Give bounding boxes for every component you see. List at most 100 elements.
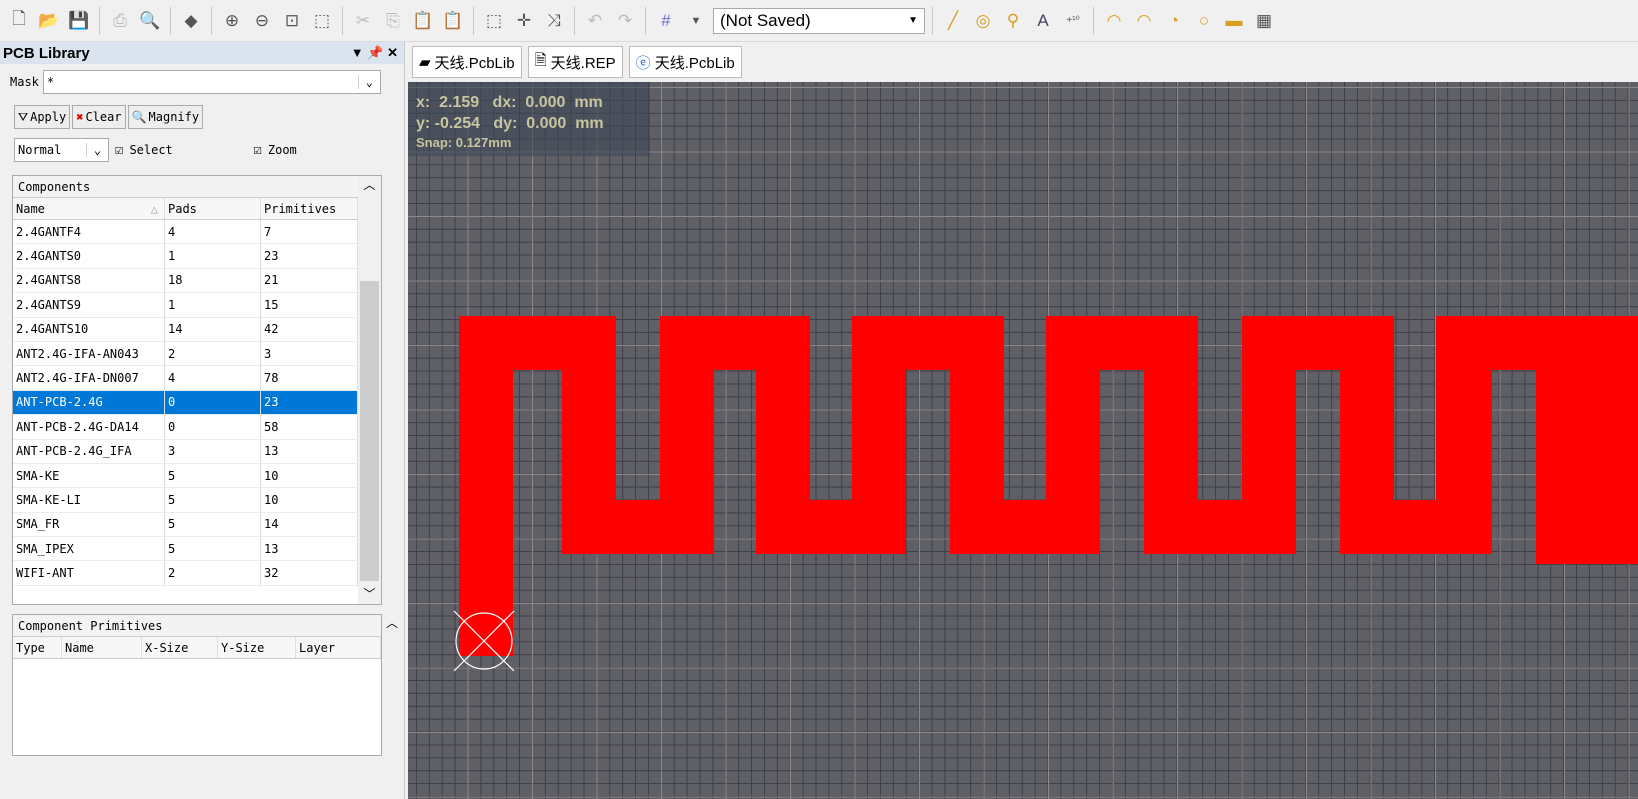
table-row[interactable]: SMA-KE 5 10 — [13, 463, 358, 489]
magnify-button[interactable]: 🔍 Magnify — [127, 105, 204, 129]
table-row[interactable]: ANT-PCB-2.4G_IFA 3 13 — [13, 439, 358, 464]
col-primitives[interactable]: Primitives — [261, 198, 358, 219]
pin-icon[interactable]: 📌 — [367, 45, 383, 60]
place-pad-icon[interactable]: ◎ — [970, 8, 996, 34]
select-area-icon[interactable]: ⬚ — [481, 8, 507, 34]
copy-icon[interactable]: ⎘ — [380, 8, 406, 34]
primitives-grid: Component Primitives Type Name X-Size Y-… — [12, 614, 382, 756]
apply-button[interactable]: ⛛ Apply — [14, 105, 71, 129]
document-tabs: ▰ 天线.PcbLib 🗎 天线.REP ⓔ 天线.PcbLib — [408, 42, 1638, 82]
snapshot-value: (Not Saved) — [720, 10, 811, 30]
arc-edge-icon[interactable]: ◠ — [1131, 8, 1157, 34]
place-line-icon[interactable]: ╱ — [940, 8, 966, 34]
table-row[interactable]: 2.4GANTS10 14 42 — [13, 317, 358, 342]
cell-pads: 2 — [165, 341, 261, 366]
fill-icon[interactable]: ▬ — [1221, 8, 1247, 34]
col-pads[interactable]: Pads — [165, 198, 261, 219]
array-paste-icon[interactable]: ▦ — [1251, 8, 1277, 34]
close-icon[interactable]: ✕ — [387, 45, 398, 60]
meander-track[interactable] — [459, 316, 1638, 656]
table-row[interactable]: 2.4GANTF4 4 7 — [13, 220, 358, 245]
place-via-icon[interactable]: ⚲ — [1000, 8, 1026, 34]
cell-name: SMA_IPEX — [13, 537, 165, 561]
cell-primitives: 15 — [261, 293, 358, 317]
cell-pads: 0 — [165, 390, 261, 415]
place-string-icon[interactable]: A — [1030, 8, 1056, 34]
table-row[interactable]: SMA-KE-LI 5 10 — [13, 488, 358, 513]
open-icon[interactable]: 📂 — [36, 8, 62, 34]
cell-name: ANT-PCB-2.4G — [13, 390, 165, 415]
scroll-thumb[interactable] — [360, 281, 379, 581]
arc-any-icon[interactable]: ◔ — [1161, 8, 1187, 34]
redo-icon[interactable]: ↷ — [612, 8, 638, 34]
place-coordinate-icon[interactable]: +¹⁰ — [1060, 8, 1086, 34]
snapshot-select[interactable]: (Not Saved) ▼ — [713, 7, 925, 34]
mask-input[interactable]: * ⌄ — [42, 70, 381, 94]
arc-center-icon[interactable]: ◠ — [1101, 8, 1127, 34]
print-preview-icon[interactable]: 🔍 — [137, 8, 163, 34]
apply-label: Apply — [30, 110, 67, 124]
scroll-up-icon[interactable]: ︿ — [358, 176, 381, 198]
chevron-down-icon[interactable]: ⌄ — [357, 75, 380, 89]
pcb-library-panel: PCB Library ▼ 📌 ✕ Mask * ⌄ ⛛ Apply ✖ Clear 🔍… — [0, 42, 405, 799]
col-prim-name[interactable]: Name — [62, 637, 142, 658]
tab-pcblib-browser[interactable]: ⓔ 天线.PcbLib — [628, 46, 742, 78]
main-toolbar: 🗋 📂 💾 ⎙ 🔍 ◆ ⊕ ⊖ ⊡ ⬚ ✂ ⎘ 📋 📋 ⬚ ✛ ⤨ ↶ ↷ # … — [0, 0, 1638, 42]
table-row[interactable]: 2.4GANTS0 1 23 — [13, 244, 358, 269]
collapse-icon[interactable]: ︿ — [386, 614, 398, 631]
pcb-canvas[interactable]: x: 2.159 dx: 0.000 mm y: -0.254 dy: 0.00… — [408, 82, 1638, 799]
table-row[interactable]: SMA_IPEX 5 13 — [13, 537, 358, 562]
cell-primitives: 78 — [261, 366, 358, 390]
table-row[interactable]: 2.4GANTS8 18 21 — [13, 268, 358, 294]
table-row[interactable]: ANT-PCB-2.4G 0 23 — [13, 390, 358, 416]
paste-special-icon[interactable]: 📋 — [440, 8, 466, 34]
undo-icon[interactable]: ↶ — [582, 8, 608, 34]
col-layer[interactable]: Layer — [296, 637, 381, 658]
cut-icon[interactable]: ✂ — [350, 8, 376, 34]
table-row[interactable]: 2.4GANTS9 1 15 — [13, 293, 358, 318]
full-circle-icon[interactable]: ○ — [1191, 8, 1217, 34]
new-icon[interactable]: 🗋 — [6, 8, 32, 34]
move-icon[interactable]: ✛ — [511, 8, 537, 34]
cell-pads: 2 — [165, 561, 261, 585]
col-type[interactable]: Type — [13, 637, 62, 658]
scroll-down-icon[interactable]: ﹀ — [358, 585, 381, 602]
zoom-in-icon[interactable]: ⊕ — [219, 8, 245, 34]
zoom-fit-icon[interactable]: ⊡ — [279, 8, 305, 34]
cell-primitives: 21 — [261, 268, 358, 293]
table-row[interactable]: WIFI-ANT 2 32 — [13, 561, 358, 586]
table-row[interactable]: ANT2.4G-IFA-DN007 4 78 — [13, 366, 358, 391]
select-label: Select — [129, 143, 173, 157]
scrollbar[interactable]: ︿ ﹀ — [358, 176, 381, 604]
panel-menu-icon[interactable]: ▼ — [351, 45, 364, 60]
cell-pads: 14 — [165, 317, 261, 341]
zoom-out-icon[interactable]: ⊖ — [249, 8, 275, 34]
select-checkbox[interactable]: ☑ — [115, 142, 123, 158]
paste-icon[interactable]: 📋 — [410, 8, 436, 34]
save-icon[interactable]: 💾 — [66, 8, 92, 34]
cell-name: SMA_FR — [13, 512, 165, 537]
col-name[interactable]: Name △ — [13, 198, 165, 219]
tab-pcblib[interactable]: ▰ 天线.PcbLib — [412, 46, 522, 78]
tab-rep[interactable]: 🗎 天线.REP — [527, 46, 623, 78]
table-row[interactable]: SMA_FR 5 14 — [13, 512, 358, 538]
grid-dropdown-icon[interactable]: ▼ — [683, 8, 709, 34]
print-icon[interactable]: ⎙ — [107, 8, 133, 34]
deselect-icon[interactable]: ⤨ — [541, 8, 567, 34]
table-row[interactable]: ANT2.4G-IFA-AN043 2 3 — [13, 341, 358, 367]
mode-select[interactable]: Normal ⌄ — [14, 138, 109, 162]
antenna-footprint — [453, 316, 1638, 672]
cell-primitives: 58 — [261, 415, 358, 439]
grid-icon[interactable]: # — [653, 8, 679, 34]
table-row[interactable]: ANT-PCB-2.4G-DA14 0 58 — [13, 415, 358, 440]
clear-button[interactable]: ✖ Clear — [72, 105, 126, 129]
3d-layer-icon[interactable]: ◆ — [178, 8, 204, 34]
components-title: Components — [13, 176, 358, 198]
cell-pads: 4 — [165, 220, 261, 244]
zoom-area-icon[interactable]: ⬚ — [309, 8, 335, 34]
cell-name: 2.4GANTS9 — [13, 293, 165, 317]
col-xsize[interactable]: X-Size — [142, 637, 218, 658]
zoom-checkbox[interactable]: ☑ — [253, 142, 261, 158]
pcblib-icon: ▰ — [419, 54, 431, 71]
col-ysize[interactable]: Y-Size — [218, 637, 296, 658]
